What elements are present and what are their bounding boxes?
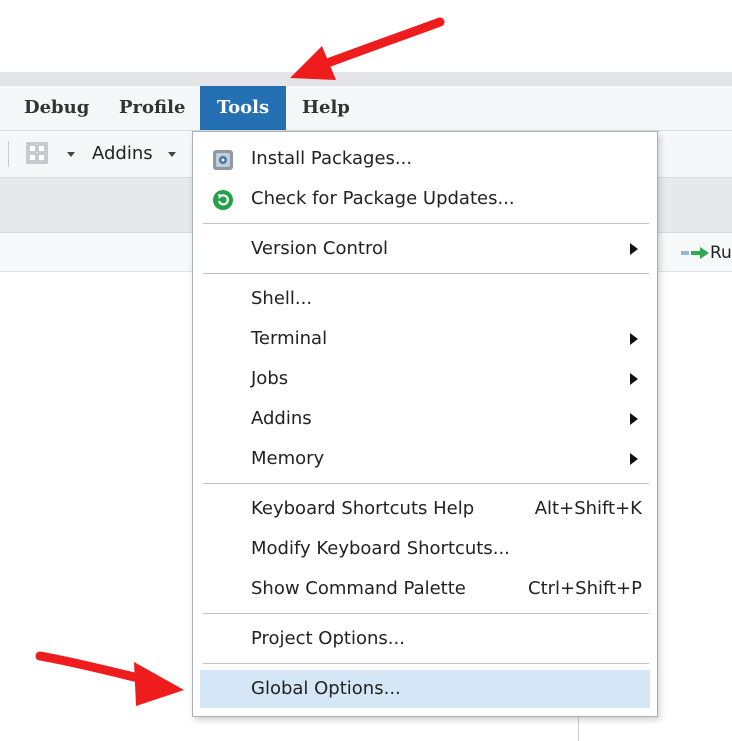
menu-item-check-updates[interactable]: Check for Package Updates... [200, 180, 650, 218]
pane-splitter[interactable] [578, 716, 579, 741]
menu-item-shortcut: Ctrl+Shift+P [528, 578, 642, 599]
menu-separator [203, 223, 649, 224]
menu-item-label: Install Packages... [251, 148, 413, 169]
menu-item-install-packages[interactable]: Install Packages... [200, 140, 650, 178]
run-button[interactable]: Ru [680, 240, 732, 266]
chevron-down-icon[interactable] [168, 152, 176, 157]
annotation-arrow-icon [35, 651, 184, 706]
submenu-arrow-icon [630, 453, 638, 465]
menu-item-global-options[interactable]: Global Options... [200, 670, 650, 708]
menu-item-keyboard-shortcuts-help[interactable]: Keyboard Shortcuts Help Alt+Shift+K [200, 490, 650, 528]
menu-item-label: Modify Keyboard Shortcuts... [251, 538, 510, 559]
menu-separator [203, 273, 649, 274]
menu-help[interactable]: Help [292, 86, 360, 130]
menu-item-label: Show Command Palette [251, 578, 466, 599]
menu-item-label: Addins [251, 408, 312, 429]
toolbar-separator [8, 141, 9, 167]
menu-item-version-control[interactable]: Version Control [200, 230, 650, 268]
menu-item-addins[interactable]: Addins [200, 400, 650, 438]
submenu-arrow-icon [630, 333, 638, 345]
submenu-arrow-icon [630, 413, 638, 425]
menu-item-terminal[interactable]: Terminal [200, 320, 650, 358]
menu-item-project-options[interactable]: Project Options... [200, 620, 650, 658]
menu-separator [203, 483, 649, 484]
menu-debug[interactable]: Debug [14, 86, 99, 130]
menu-item-jobs[interactable]: Jobs [200, 360, 650, 398]
tools-dropdown-menu: Install Packages... Check for Package Up… [192, 131, 658, 717]
menu-item-label: Memory [251, 448, 325, 469]
menu-item-command-palette[interactable]: Show Command Palette Ctrl+Shift+P [200, 570, 650, 608]
menu-item-label: Jobs [251, 368, 289, 389]
menu-profile[interactable]: Profile [109, 86, 195, 130]
submenu-arrow-icon [630, 373, 638, 385]
menu-item-modify-shortcuts[interactable]: Modify Keyboard Shortcuts... [200, 530, 650, 568]
menu-item-shortcut: Alt+Shift+K [534, 498, 642, 519]
menu-item-label: Keyboard Shortcuts Help [251, 498, 475, 519]
package-icon [213, 150, 233, 170]
menu-item-label: Project Options... [251, 628, 405, 649]
menu-item-label: Version Control [251, 238, 388, 259]
menu-item-label: Shell... [251, 288, 313, 309]
addins-button[interactable]: Addins [92, 131, 153, 177]
run-label: Ru [710, 243, 732, 263]
grid-icon[interactable] [26, 142, 48, 164]
refresh-icon [213, 190, 233, 210]
menu-item-label: Global Options... [251, 678, 401, 699]
menu-item-label: Terminal [251, 328, 328, 349]
menu-item-shell[interactable]: Shell... [200, 280, 650, 318]
menu-tools[interactable]: Tools [200, 86, 286, 130]
menu-item-label: Check for Package Updates... [251, 188, 515, 209]
menu-bar: Debug Profile Tools Help [0, 86, 732, 131]
menu-separator [203, 663, 649, 664]
annotation-arrow-icon [290, 17, 445, 80]
run-arrow-icon [681, 247, 709, 259]
menu-separator [203, 613, 649, 614]
submenu-arrow-icon [630, 243, 638, 255]
chevron-down-icon[interactable] [67, 152, 75, 157]
menu-item-memory[interactable]: Memory [200, 440, 650, 478]
